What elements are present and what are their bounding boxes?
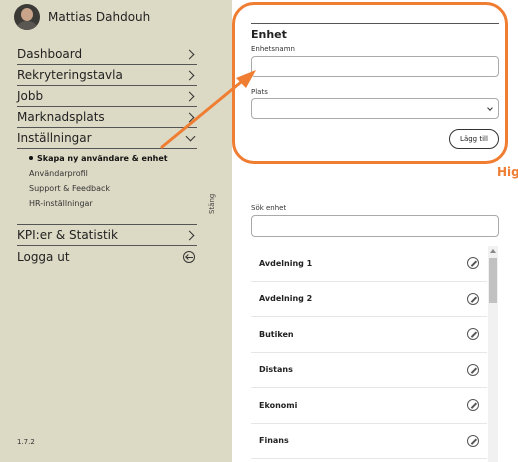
annotation-arrow-line <box>160 76 248 149</box>
annotation-arrow <box>160 70 256 149</box>
